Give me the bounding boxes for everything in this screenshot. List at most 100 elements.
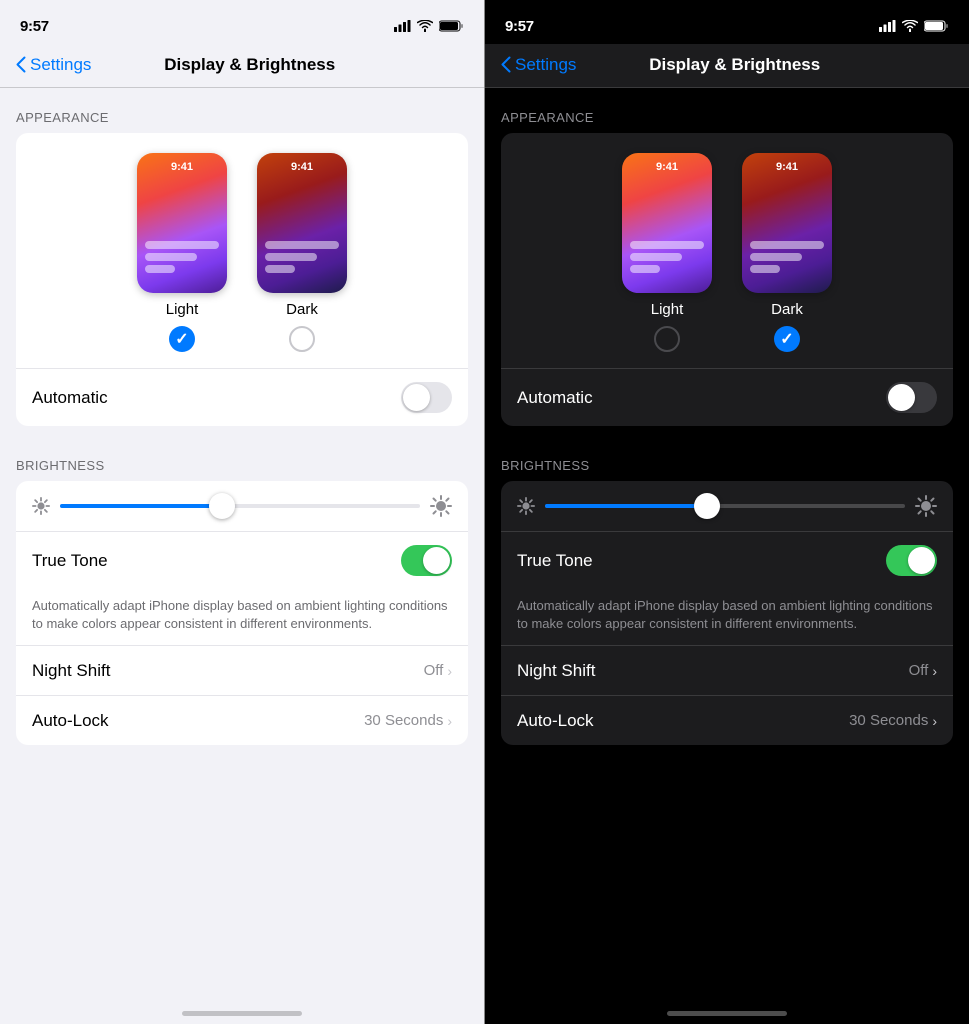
battery-icon-dark [924, 20, 949, 32]
nav-title-dark: Display & Brightness [516, 55, 953, 75]
brightness-thumb-light[interactable] [209, 493, 235, 519]
night-shift-right-dark: Off › [909, 662, 937, 679]
status-bar-light: 9:57 [0, 0, 484, 44]
phone-time-light: 9:41 [137, 161, 227, 173]
brightness-track-dark[interactable] [545, 504, 905, 508]
dbar-1 [265, 241, 339, 249]
home-bar-light [182, 1011, 302, 1016]
auto-lock-label-dark: Auto-Lock [517, 711, 594, 731]
signal-icon [394, 20, 411, 32]
sun-large-icon-dark [915, 495, 937, 517]
light-mode-panel: 9:57 [0, 0, 484, 1024]
home-indicator-dark [485, 990, 969, 1024]
automatic-label-dark: Automatic [517, 388, 593, 408]
dbar-2 [265, 253, 317, 261]
light-radio-dark[interactable] [654, 326, 680, 352]
back-chevron-icon-dark [501, 56, 511, 73]
bar-2 [145, 253, 197, 261]
status-icons-dark [879, 20, 949, 32]
brightness-thumb-dark[interactable] [694, 493, 720, 519]
nav-bar-light: Settings Display & Brightness [0, 44, 484, 88]
night-shift-value-dark: Off [909, 662, 929, 679]
gap-1-dark [485, 426, 969, 436]
auto-lock-label-light: Auto-Lock [32, 711, 109, 731]
toggle-thumb-truetone-dark [908, 547, 935, 574]
status-icons-light [394, 20, 464, 32]
brightness-header-light: BRIGHTNESS [0, 436, 484, 481]
auto-lock-row-light[interactable]: Auto-Lock 30 Seconds › [16, 695, 468, 745]
night-shift-row-light[interactable]: Night Shift Off › [16, 645, 468, 695]
status-bar-dark: 9:57 [485, 0, 969, 44]
brightness-slider-row-dark[interactable] [517, 495, 937, 517]
brightness-slider-container-dark [501, 481, 953, 531]
automatic-row-light[interactable]: Automatic [16, 368, 468, 426]
phone-screen-dark: 9:41 [257, 153, 347, 293]
appearance-option-light-in-dark[interactable]: 9:41 Light [622, 153, 712, 352]
appearance-option-dark-in-dark[interactable]: 9:41 Dark ✓ [742, 153, 832, 352]
sun-small-icon-dark [517, 497, 535, 515]
brightness-card-light: True Tone Automatically adapt iPhone dis… [16, 481, 468, 745]
auto-lock-row-dark[interactable]: Auto-Lock 30 Seconds › [501, 695, 953, 745]
appearance-options-light: 9:41 Light ✓ [16, 133, 468, 368]
nav-bar-dark: Settings Display & Brightness [485, 44, 969, 88]
bar-ld3 [630, 265, 660, 273]
dark-mode-panel: 9:57 [485, 0, 969, 1024]
dark-radio-selected[interactable]: ✓ [774, 326, 800, 352]
true-tone-toggle-light[interactable] [401, 545, 452, 576]
gap-1-light [0, 426, 484, 436]
appearance-header-light: APPEARANCE [0, 88, 484, 133]
true-tone-row-dark[interactable]: True Tone [501, 531, 953, 589]
night-shift-value-light: Off [424, 662, 444, 679]
bar-1 [145, 241, 219, 249]
sun-large-icon-light [430, 495, 452, 517]
auto-lock-chevron-dark: › [932, 713, 937, 729]
night-shift-chevron-dark: › [932, 663, 937, 679]
appearance-card-light: 9:41 Light ✓ [16, 133, 468, 426]
scroll-content-dark[interactable]: APPEARANCE 9:41 [485, 88, 969, 990]
night-shift-row-dark[interactable]: Night Shift Off › [501, 645, 953, 695]
checkmark-dark: ✓ [780, 329, 793, 349]
night-shift-label-light: Night Shift [32, 661, 110, 681]
light-radio-selected[interactable]: ✓ [169, 326, 195, 352]
automatic-toggle-dark[interactable] [886, 382, 937, 413]
bar-dd3 [750, 265, 780, 273]
checkmark-light: ✓ [175, 329, 188, 349]
wifi-icon [417, 20, 433, 32]
auto-lock-right-dark: 30 Seconds › [849, 712, 937, 729]
auto-lock-value-light: 30 Seconds [364, 712, 443, 729]
phone-time-dark-dark: 9:41 [742, 161, 832, 173]
light-label-dark: Light [651, 301, 684, 318]
home-indicator-light [0, 990, 484, 1024]
phone-bars-dark-dark [750, 241, 824, 273]
brightness-slider-row-light[interactable] [32, 495, 452, 517]
true-tone-toggle-dark[interactable] [886, 545, 937, 576]
nav-title-light: Display & Brightness [31, 55, 468, 75]
battery-icon [439, 20, 464, 32]
bottom-spacer-dark [485, 745, 969, 825]
phone-bars-light [145, 241, 219, 273]
signal-icon-dark [879, 20, 896, 32]
brightness-card-dark: True Tone Automatically adapt iPhone dis… [501, 481, 953, 745]
dark-radio-light[interactable] [289, 326, 315, 352]
brightness-track-light[interactable] [60, 504, 420, 508]
phone-screen-light-dark: 9:41 [622, 153, 712, 293]
scroll-content-light[interactable]: APPEARANCE 9:41 [0, 88, 484, 990]
appearance-row-light: 9:41 Light ✓ [32, 153, 452, 352]
appearance-option-light[interactable]: 9:41 Light ✓ [137, 153, 227, 352]
automatic-row-dark[interactable]: Automatic [501, 368, 953, 426]
phone-bars-dark [265, 241, 339, 273]
phone-time-light-dark: 9:41 [622, 161, 712, 173]
phone-screen-light: 9:41 [137, 153, 227, 293]
auto-lock-value-dark: 30 Seconds [849, 712, 928, 729]
appearance-card-dark: 9:41 Light [501, 133, 953, 426]
appearance-option-dark[interactable]: 9:41 Dark [257, 153, 347, 352]
dbar-3 [265, 265, 295, 273]
phone-time-dark: 9:41 [257, 161, 347, 173]
bar-dd1 [750, 241, 824, 249]
wifi-icon-dark [902, 20, 918, 32]
status-time-light: 9:57 [20, 18, 49, 35]
true-tone-row-light[interactable]: True Tone [16, 531, 468, 589]
phone-thumb-dark-dark: 9:41 [742, 153, 832, 293]
true-tone-label-light: True Tone [32, 551, 108, 571]
automatic-toggle-light[interactable] [401, 382, 452, 413]
